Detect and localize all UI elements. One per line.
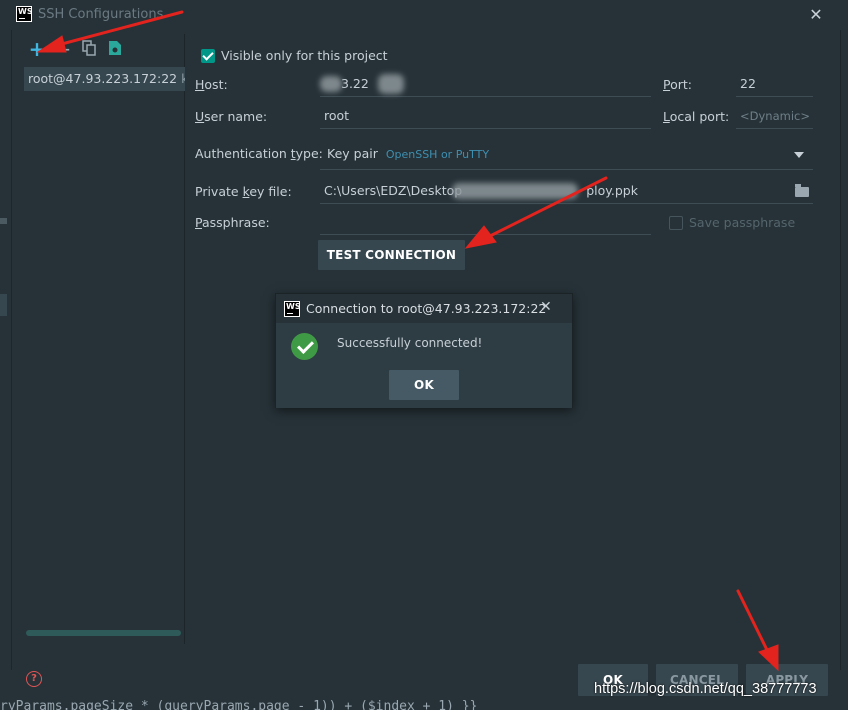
dialog-header: WS Connection to root@47.93.223.172:22 ✕	[276, 294, 572, 323]
window-close-button[interactable]: ✕	[804, 4, 828, 26]
copy-icon[interactable]	[80, 40, 98, 58]
save-icon[interactable]	[106, 40, 124, 58]
passphrase-label: Passphrase:	[195, 215, 270, 230]
local-port-input[interactable]: <Dynamic>	[736, 103, 813, 129]
right-border	[840, 30, 848, 670]
remove-icon[interactable]: −	[54, 39, 72, 59]
local-port-label: Local port:	[663, 109, 730, 124]
title-bar: WS SSH Configurations ✕	[0, 0, 848, 30]
test-connection-button[interactable]: TEST CONNECTION	[318, 240, 465, 270]
sidebar-item-server[interactable]: root@47.93.223.172:22key	[24, 67, 185, 91]
save-passphrase-checkbox[interactable]	[669, 216, 683, 230]
dialog-title: Connection to root@47.93.223.172:22	[306, 301, 547, 316]
redaction	[452, 183, 578, 199]
username-input[interactable]: root	[320, 103, 651, 129]
server-name: root@47.93.223.172:22	[28, 71, 178, 86]
private-key-prefix: C:\Users\EDZ\Desktop	[324, 183, 463, 198]
gutter-mark	[0, 294, 7, 316]
left-gutter	[0, 30, 12, 670]
gutter-mark	[0, 218, 7, 224]
auth-type-label: Authentication type:	[195, 146, 323, 161]
connection-dialog: WS Connection to root@47.93.223.172:22 ✕…	[275, 293, 573, 408]
port-input[interactable]: 22	[736, 71, 813, 97]
port-label: Port:	[663, 77, 692, 92]
webstorm-logo-icon: WS	[16, 6, 32, 22]
annotation-arrow-apply	[736, 589, 770, 654]
passphrase-input[interactable]	[320, 209, 651, 235]
visible-only-label: Visible only for this project	[221, 48, 388, 63]
server-auth-type: key	[181, 71, 185, 86]
private-key-suffix: ploy.ppk	[586, 183, 638, 198]
redaction	[378, 74, 404, 94]
auth-type-dropdown[interactable]: Key pair OpenSSH or PuTTY	[320, 140, 813, 170]
auth-type-value: Key pair	[327, 146, 378, 161]
redaction	[320, 76, 342, 92]
close-icon[interactable]: ✕	[540, 299, 552, 315]
save-passphrase-label: Save passphrase	[689, 215, 796, 230]
window-title: SSH Configurations	[38, 7, 164, 22]
dialog-ok-button[interactable]: OK	[389, 370, 459, 400]
auth-type-hint: OpenSSH or PuTTY	[385, 148, 490, 161]
private-key-label: Private key file:	[195, 184, 292, 199]
folder-icon[interactable]	[795, 184, 809, 197]
webstorm-logo-icon: WS	[284, 301, 300, 317]
add-icon[interactable]: +	[28, 39, 46, 59]
visible-only-checkbox[interactable]	[201, 49, 215, 63]
username-label: User name:	[195, 109, 268, 124]
help-icon[interactable]: ?	[26, 671, 42, 687]
sidebar: + − root@47.93.223.172:22key	[16, 34, 185, 644]
host-label: Host:	[195, 77, 228, 92]
host-input[interactable]: 3.22	[320, 71, 651, 97]
chevron-down-icon[interactable]	[794, 152, 804, 158]
sidebar-scrollbar[interactable]	[26, 630, 181, 636]
background-code-line: ryParams.pageSize * (queryParams.page - …	[0, 698, 848, 710]
dialog-message: Successfully connected!	[337, 336, 483, 350]
success-check-icon	[291, 333, 318, 360]
dialog-body: Successfully connected! OK	[276, 323, 572, 408]
watermark: https://blog.csdn.net/qq_38777773	[594, 681, 817, 697]
